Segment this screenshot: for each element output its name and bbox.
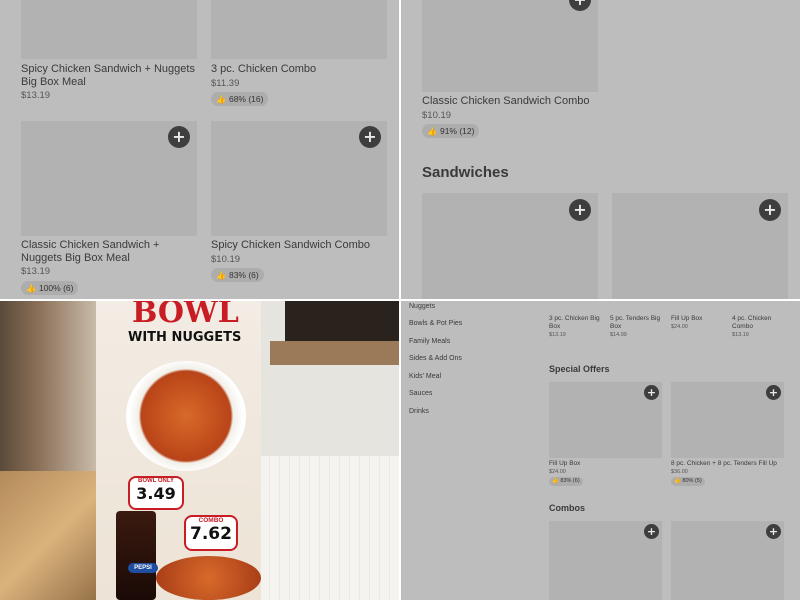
item-image[interactable]	[211, 0, 387, 59]
wood-trim	[270, 341, 399, 365]
item-price: $13.19	[549, 332, 566, 338]
item-price: $10.19	[422, 110, 452, 121]
sidebar-item-sides[interactable]: Sides & Add Ons	[409, 355, 462, 362]
item-price: $14.99	[610, 332, 627, 338]
item-price: $13.19	[732, 332, 749, 338]
item-price: $24.00	[549, 469, 566, 475]
item-image[interactable]	[21, 0, 197, 59]
poster-headline: BOWL	[132, 301, 239, 330]
add-item-button[interactable]: +	[766, 524, 781, 539]
drink-brand-logo: PEPSI	[128, 563, 158, 573]
item-image[interactable]	[422, 0, 598, 92]
rating-badge: 👍 83% (6)	[549, 477, 583, 486]
menu-panel-top-right: + Classic Chicken Sandwich Combo $10.19 …	[401, 0, 800, 299]
bowl-price: 3.49	[136, 484, 176, 503]
poster-subheadline: WITH NUGGETS	[128, 330, 242, 345]
rating-badge: 👍 100% (6)	[21, 281, 79, 295]
combo-price: 7.62	[190, 524, 232, 544]
sidebar-item-nuggets[interactable]: Nuggets	[409, 303, 435, 310]
rating-badge: 👍 68% (16)	[211, 92, 269, 106]
sidebar-item-bowls[interactable]: Bowls & Pot Pies	[409, 320, 462, 327]
menu-panel-top-left: Spicy Chicken Sandwich + Nuggets Big Box…	[0, 0, 399, 299]
add-item-button[interactable]: +	[569, 199, 591, 221]
food-bowl-image-2	[156, 556, 261, 600]
wainscot-panel	[260, 456, 399, 600]
item-name[interactable]: 5 pc. Tenders Big Box	[610, 315, 666, 331]
menu-panel-bottom-right: Nuggets Bowls & Pot Pies Family Meals Si…	[401, 301, 800, 600]
add-item-button[interactable]: +	[168, 126, 190, 148]
section-title: Sandwiches	[422, 164, 509, 181]
item-price: $10.19	[211, 254, 241, 265]
section-title: Combos	[549, 503, 585, 513]
rating-badge: 👍 80% (5)	[671, 477, 705, 486]
sidebar-item-family-meals[interactable]: Family Meals	[409, 338, 450, 345]
promo-poster	[96, 301, 261, 600]
thumbs-up-icon: 👍	[427, 127, 437, 136]
combo-price-badge: COMBO 7.62	[184, 515, 238, 551]
rating-badge: 👍 83% (6)	[211, 268, 264, 282]
sidebar-item-sauces[interactable]: Sauces	[409, 390, 432, 397]
item-name[interactable]: Fill Up Box	[671, 315, 727, 323]
item-name[interactable]: Classic Chicken Sandwich + Nuggets Big B…	[21, 239, 201, 265]
item-name[interactable]: Classic Chicken Sandwich Combo	[422, 95, 622, 108]
add-item-button[interactable]: +	[644, 524, 659, 539]
thumbs-up-icon: 👍	[26, 284, 36, 293]
item-name[interactable]: Spicy Chicken Sandwich Combo	[211, 239, 391, 252]
sidebar-item-drinks[interactable]: Drinks	[409, 408, 429, 415]
add-item-button[interactable]: +	[766, 385, 781, 400]
item-name[interactable]: Spicy Chicken Sandwich + Nuggets Big Box…	[21, 63, 201, 89]
drink-cup-image	[116, 511, 156, 600]
item-price: $24.00	[671, 324, 688, 330]
item-price: $13.19	[21, 90, 51, 101]
add-item-button[interactable]: +	[359, 126, 381, 148]
food-bowl-image	[126, 361, 246, 471]
item-name[interactable]: 3 pc. Chicken Big Box	[549, 315, 605, 331]
rating-badge: 👍 91% (12)	[422, 124, 480, 138]
thumbs-up-icon: 👍	[216, 271, 226, 280]
item-name[interactable]: 3 pc. Chicken Combo	[211, 63, 391, 76]
photo-panel: BOWL WITH NUGGETS BOWL ONLY 3.49 COMBO 7…	[0, 301, 399, 600]
item-name[interactable]: 4 pc. Chicken Combo	[732, 315, 788, 331]
sidebar-item-kids-meal[interactable]: Kids' Meal	[409, 373, 441, 380]
section-title: Special Offers	[549, 364, 610, 374]
item-name[interactable]: Fill Up Box	[549, 460, 659, 468]
combo-price-label: COMBO	[198, 517, 224, 524]
bowl-price-badge: BOWL ONLY 3.49	[128, 476, 184, 510]
item-price: $13.19	[21, 266, 51, 277]
thumbs-up-icon: 👍	[216, 95, 226, 104]
add-item-button[interactable]: +	[759, 199, 781, 221]
floor	[0, 471, 110, 600]
add-item-button[interactable]: +	[644, 385, 659, 400]
dark-window	[285, 301, 399, 341]
item-price: $11.39	[211, 78, 240, 89]
item-price: $36.00	[671, 469, 688, 475]
item-name[interactable]: 8 pc. Chicken + 8 pc. Tenders Fill Up	[671, 460, 791, 468]
